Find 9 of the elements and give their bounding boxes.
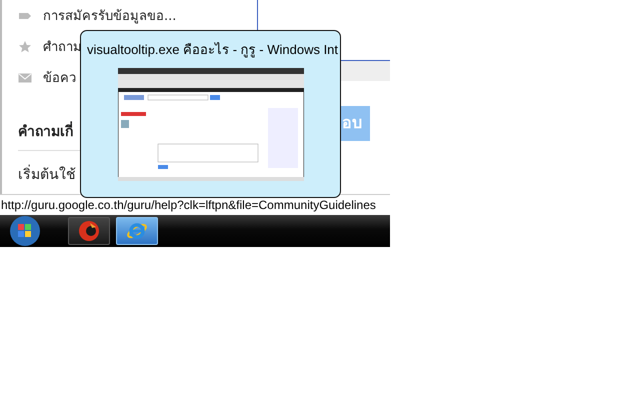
nav-link[interactable]: ข้อคว [43, 67, 76, 88]
star-icon [18, 40, 32, 54]
tooltip-title: visualtooltip.exe คืออะไร - กูรู - Windows Int [87, 41, 338, 60]
taskbar-app-button[interactable] [116, 217, 158, 245]
taskbar-app-button[interactable] [68, 217, 110, 245]
envelope-icon [18, 70, 32, 84]
nav-link[interactable]: การสมัครรับข้อมูลขอ... [43, 5, 176, 26]
nav-link[interactable]: ศำถาม [43, 36, 82, 57]
cleaner-icon [78, 220, 100, 242]
